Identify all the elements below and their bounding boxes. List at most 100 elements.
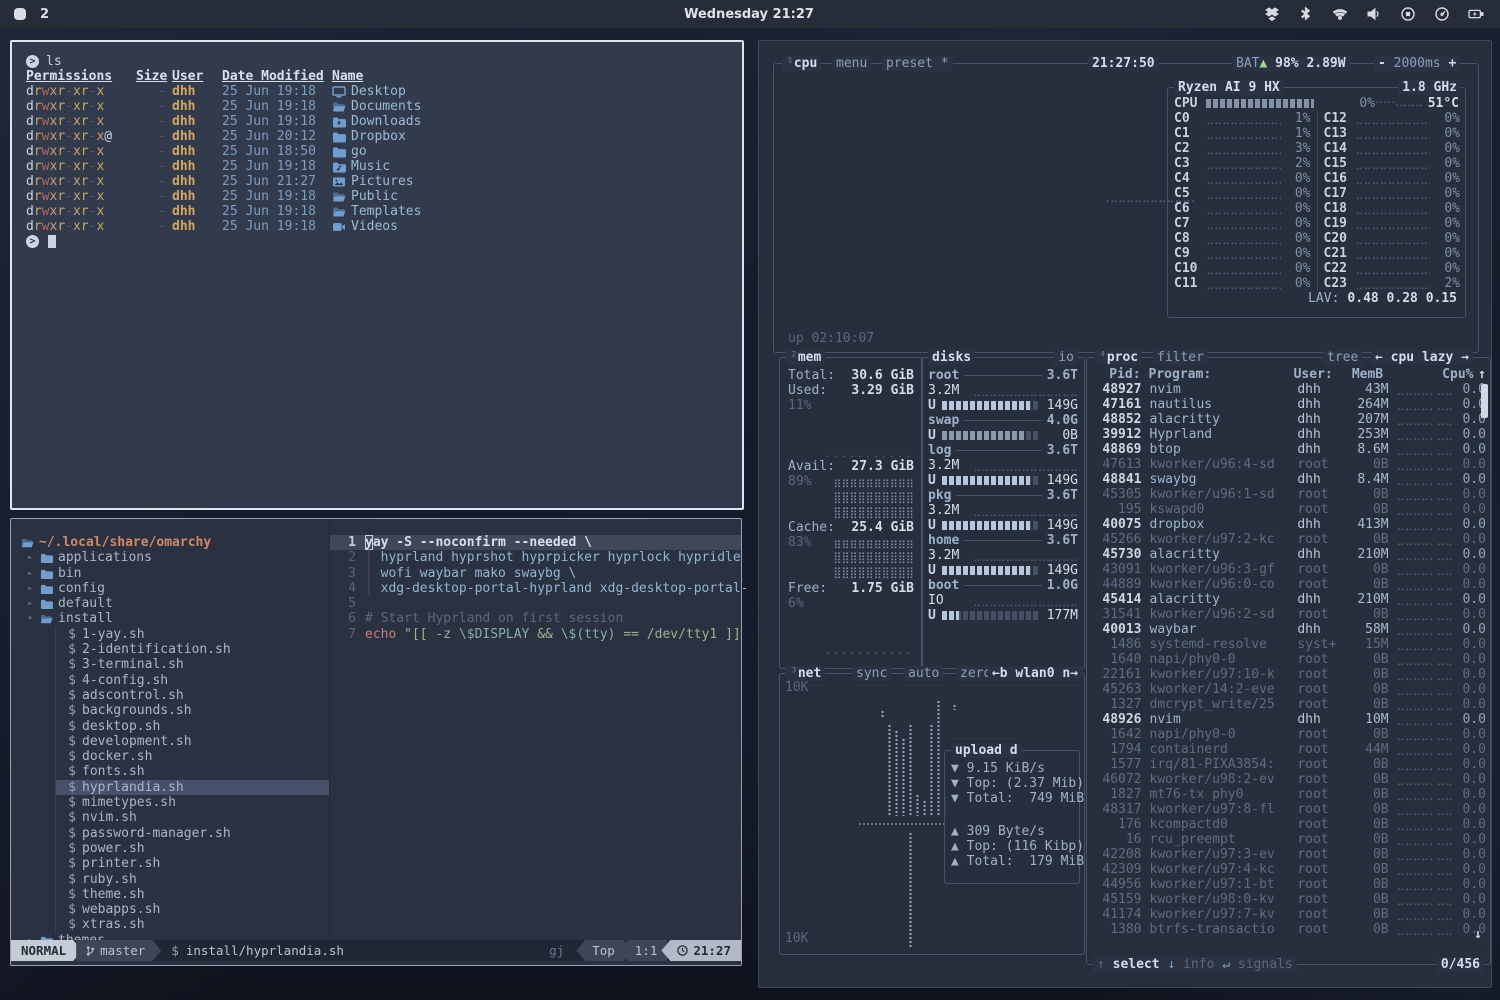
tree-file[interactable]: $password-manager.sh — [55, 826, 329, 841]
interval-plus-button[interactable]: + — [1448, 56, 1456, 71]
tree-file[interactable]: $theme.sh — [55, 887, 329, 902]
tree-folder-themes[interactable]: ▸themes — [11, 933, 329, 940]
bluetooth-icon[interactable] — [1298, 6, 1314, 22]
proc-row[interactable]: 1577irq/81-PIXA3854:root0B⣀⣀⣀⣀⡀⣀⣀0.0 — [1087, 757, 1490, 772]
tree-toggle[interactable]: tree — [1323, 350, 1362, 365]
sort-selector[interactable]: ← cpu lazy → — [1375, 350, 1469, 365]
proc-row[interactable]: 1486systemd-resolvesyst+15M⣀⣀⣀⣀⡀⣀⣀0.0 — [1087, 637, 1490, 652]
code-line[interactable]: 5 — [330, 596, 741, 611]
tree-folder-bin[interactable]: ▸bin — [11, 566, 329, 581]
tree-folder-config[interactable]: ▸config — [11, 581, 329, 596]
ls-name[interactable]: go — [332, 144, 728, 159]
proc-row[interactable]: 48852alacrittydhh207M⣀⣀⣀⣀⡀⣀⣀0.0 — [1087, 412, 1490, 427]
ls-name[interactable]: Desktop — [332, 84, 728, 99]
signals-action[interactable]: signals — [1238, 957, 1293, 972]
shell-prompt[interactable]: > — [26, 234, 728, 249]
menu-button[interactable]: menu — [832, 56, 871, 71]
proc-row[interactable]: 47161nautilusdhh264M⣀⣀⣀⣀⡀⣀⣀0.0 — [1087, 397, 1490, 412]
tree-file[interactable]: $nvim.sh — [55, 810, 329, 825]
tree-folder-install[interactable]: ▾install — [11, 611, 329, 626]
tree-file[interactable]: $power.sh — [55, 841, 329, 856]
net-interface[interactable]: ←b wlan0 n→ — [992, 666, 1078, 681]
proc-row[interactable]: 1380btrfs-transactioroot0B⣀⣀⣀⣀⡀⣀⣀0.0 — [1087, 922, 1490, 937]
net-sync-button[interactable]: sync — [852, 666, 891, 681]
tree-file[interactable]: $4-config.sh — [55, 673, 329, 688]
battery-icon[interactable] — [1468, 6, 1484, 22]
screencast-icon[interactable] — [1400, 6, 1416, 22]
tree-file[interactable]: $hyprlandia.sh — [55, 780, 329, 795]
io-toggle[interactable]: io — [1054, 350, 1078, 365]
ls-name[interactable]: Pictures — [332, 174, 728, 189]
proc-row[interactable]: 42309kworker/u97:4-kcroot0B⣀⣀⣀⣀⡀⣀⣀0.0 — [1087, 862, 1490, 877]
tree-file[interactable]: $fonts.sh — [55, 764, 329, 779]
col-program[interactable]: Program: — [1141, 367, 1288, 382]
workspace-active-indicator[interactable] — [14, 8, 26, 20]
proc-row[interactable]: 48317kworker/u97:8-flroot0B⣀⣀⣀⣀⡀⣀⣀0.0 — [1087, 802, 1490, 817]
proc-row[interactable]: 43091kworker/u96:3-gfroot0B⣀⣀⣀⣀⡀⣀⣀0.0 — [1087, 562, 1490, 577]
code-line[interactable]: 6# Start Hyprland on first session — [330, 611, 741, 626]
tree-file[interactable]: $printer.sh — [55, 856, 329, 871]
code-editor[interactable]: 1yay -S --noconfirm --needed \2│ hyprlan… — [330, 519, 741, 940]
proc-row[interactable]: 45730alacrittydhh210M⣀⣀⣀⣀⡀⣀⣀0.0 — [1087, 547, 1490, 562]
proc-scrollbar[interactable] — [1481, 384, 1488, 418]
tree-file[interactable]: $adscontrol.sh — [55, 688, 329, 703]
proc-row[interactable]: 1827mt76-tx phy0root0B⣀⣀⣀⣀⡀⣀⣀0.0 — [1087, 787, 1490, 802]
proc-row[interactable]: 48841swaybgdhh8.4M⣀⣀⣀⣀⡀⣀⣀0.0 — [1087, 472, 1490, 487]
workspace-label[interactable]: 2 — [40, 7, 49, 22]
proc-row[interactable]: 1640napi/phy0-0root0B⣀⣀⣀⣀⡀⣀⣀0.0 — [1087, 652, 1490, 667]
filter-button[interactable]: filter — [1153, 350, 1208, 365]
proc-row[interactable]: 44956kworker/u97:1-btroot0B⣀⣀⣀⣀⡀⣀⣀0.0 — [1087, 877, 1490, 892]
tree-file[interactable]: $docker.sh — [55, 749, 329, 764]
tree-root[interactable]: ~/.local/share/omarchy — [11, 535, 329, 550]
proc-row[interactable]: 48869btopdhh8.6M⣀⣀⣀⣀⡀⣀⣀0.0 — [1087, 442, 1490, 457]
proc-row[interactable]: 195kswapd0root0B⣀⣀⣀⣀⡀⣀⣀0.0 — [1087, 502, 1490, 517]
info-action[interactable]: info — [1183, 957, 1214, 972]
net-tab[interactable]: ³net — [786, 666, 825, 681]
proc-row[interactable]: 45266kworker/u97:2-kcroot0B⣀⣀⣀⣀⡀⣀⣀0.0 — [1087, 532, 1490, 547]
ls-name[interactable]: Public — [332, 189, 728, 204]
proc-row[interactable]: 16rcu_preemptroot0B⣀⣀⣀⣀⡀⣀⣀0.0 — [1087, 832, 1490, 847]
tree-file[interactable]: $2-identification.sh — [55, 642, 329, 657]
proc-row[interactable]: 45305kworker/u96:1-sdroot0B⣀⣀⣀⣀⡀⣀⣀0.0 — [1087, 487, 1490, 502]
proc-row[interactable]: 45263kworker/14:2-everoot0B⣀⣀⣀⣀⡀⣀⣀0.0 — [1087, 682, 1490, 697]
tree-file[interactable]: $1-yay.sh — [55, 627, 329, 642]
proc-row[interactable]: 176kcompactd0root0B⣀⣀⣀⣀⡀⣀⣀0.0 — [1087, 817, 1490, 832]
preset-button[interactable]: preset * — [882, 56, 953, 71]
proc-row[interactable]: 45414alacrittydhh210M⣀⣀⣀⣀⡀⣀⣀0.0 — [1087, 592, 1490, 607]
ls-name[interactable]: Downloads — [332, 114, 728, 129]
proc-row[interactable]: 48926nvimdhh10M⣀⣀⣀⣀⡀⣀⣀0.0 — [1087, 712, 1490, 727]
proc-tab[interactable]: ⁴proc — [1095, 350, 1142, 365]
proc-row[interactable]: 40075dropboxdhh413M⣀⣀⣀⣀⡀⣀⣀0.0 — [1087, 517, 1490, 532]
proc-row[interactable]: 1327dmcrypt_write/25root0B⣀⣀⣀⣀⡀⣀⣀0.0 — [1087, 697, 1490, 712]
scroll-up-icon[interactable]: ↑ — [1472, 367, 1486, 382]
tree-file[interactable]: $development.sh — [55, 734, 329, 749]
tree-file[interactable]: $3-terminal.sh — [55, 657, 329, 672]
volume-icon[interactable] — [1366, 6, 1382, 22]
proc-row[interactable]: 22161kworker/u97:10-kroot0B⣀⣀⣀⣀⡀⣀⣀0.0 — [1087, 667, 1490, 682]
proc-row[interactable]: 39912Hyprlanddhh253M⣀⣀⣀⣀⡀⣀⣀0.0 — [1087, 427, 1490, 442]
tree-file[interactable]: $backgrounds.sh — [55, 703, 329, 718]
proc-row[interactable]: 42208kworker/u97:3-evroot0B⣀⣀⣀⣀⡀⣀⣀0.0 — [1087, 847, 1490, 862]
dropbox-icon[interactable] — [1264, 6, 1280, 22]
proc-row[interactable]: 1794containerdroot44M⣀⣀⣀⣀⡀⣀⣀0.0 — [1087, 742, 1490, 757]
disks-title[interactable]: disks — [932, 350, 971, 365]
code-line[interactable]: 2│ hyprland hyprshot hyprpicker hyprlock… — [330, 550, 741, 565]
tree-file[interactable]: $xtras.sh — [55, 917, 329, 932]
proc-row[interactable]: 40013waybardhh58M⣀⣀⣀⣀⡀⣀⣀0.0 — [1087, 622, 1490, 637]
interval-minus-button[interactable]: - — [1378, 56, 1386, 71]
tree-folder-applications[interactable]: ▸applications — [11, 550, 329, 565]
tree-file[interactable]: $desktop.sh — [55, 719, 329, 734]
col-pid[interactable]: Pid: — [1091, 367, 1141, 382]
ls-name[interactable]: Documents — [332, 99, 728, 114]
tree-file[interactable]: $ruby.sh — [55, 872, 329, 887]
wifi-icon[interactable] — [1332, 6, 1348, 22]
code-line[interactable]: 1yay -S --noconfirm --needed \ — [330, 535, 741, 550]
proc-row[interactable]: 48927nvimdhh43M⣀⣀⣀⣀⡀⣀⣀0.0 — [1087, 382, 1490, 397]
proc-row[interactable]: 47613kworker/u96:4-sdroot0B⣀⣀⣀⣀⡀⣀⣀0.0 — [1087, 457, 1490, 472]
gauge-icon[interactable] — [1434, 6, 1450, 22]
proc-row[interactable]: 45159kworker/u98:0-kvroot0B⣀⣀⣀⣀⡀⣀⣀0.0 — [1087, 892, 1490, 907]
ls-name[interactable]: Dropbox — [332, 129, 728, 144]
tree-file[interactable]: $mimetypes.sh — [55, 795, 329, 810]
proc-row[interactable]: 31541kworker/u96:2-sdroot0B⣀⣀⣀⣀⡀⣀⣀0.0 — [1087, 607, 1490, 622]
col-cpu[interactable]: Cpu% — [1442, 367, 1472, 382]
